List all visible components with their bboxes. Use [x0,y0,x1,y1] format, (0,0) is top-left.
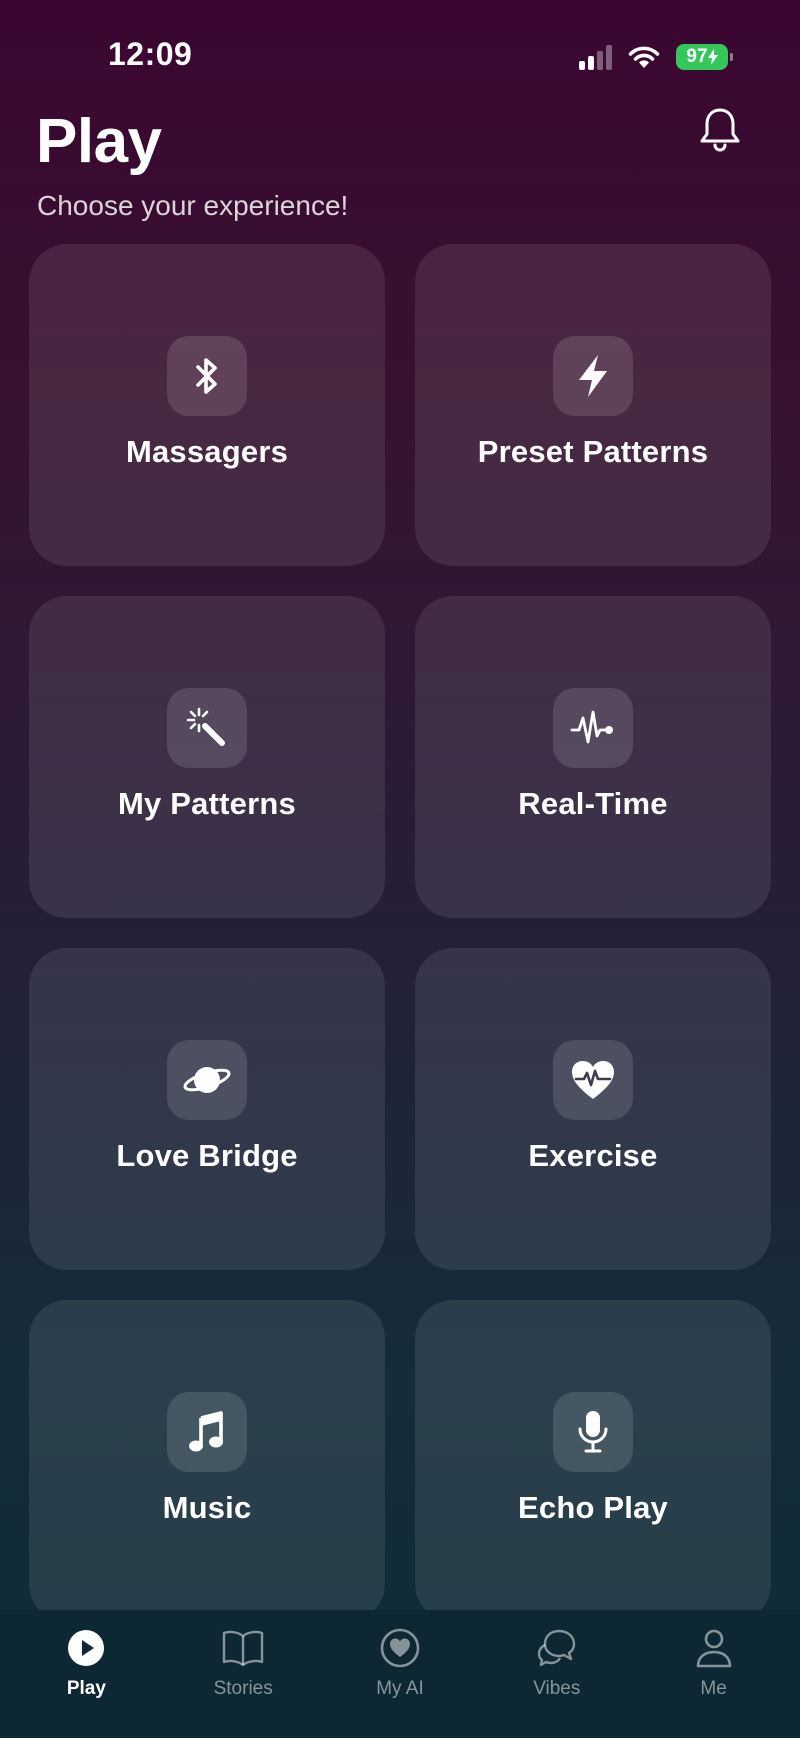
card-label: Love Bridge [116,1138,298,1173]
tab-my-ai[interactable]: My AI [335,1626,465,1700]
battery-indicator: 97 [676,44,733,70]
page-subtitle: Choose your experience! [37,190,349,221]
card-preset-patterns[interactable]: Preset Patterns [415,244,771,566]
card-icon-box [167,688,247,768]
bell-icon[interactable] [698,106,742,154]
card-icon-box [553,336,633,416]
card-icon-box [167,1040,247,1120]
music-note-icon [189,1411,223,1452]
planet-icon [183,1067,231,1093]
magic-wand-icon [186,707,225,746]
card-label: My Patterns [118,786,296,821]
waveform-icon [570,710,613,744]
card-love-bridge[interactable]: Love Bridge [29,948,385,1270]
tab-label: My AI [376,1678,424,1699]
tab-vibes[interactable]: Vibes [492,1626,622,1700]
status-time: 12:09 [108,36,193,72]
heart-pulse-icon [572,1061,614,1099]
microphone-icon [578,1411,608,1453]
card-label: Exercise [528,1138,658,1173]
tab-label: Stories [213,1678,273,1699]
person-icon [692,1626,736,1670]
page-header: Play Choose your experience! [0,100,800,230]
card-icon-box [553,1392,633,1472]
card-exercise[interactable]: Exercise [415,948,771,1270]
experience-grid: Massagers Preset Patterns My Patterns Re… [29,244,771,1622]
card-icon-box [167,1392,247,1472]
tab-label: Vibes [533,1678,581,1699]
card-label: Echo Play [518,1490,668,1525]
tab-label: Me [700,1678,727,1699]
card-music[interactable]: Music [29,1300,385,1622]
card-icon-box [553,1040,633,1120]
tab-me[interactable]: Me [649,1626,779,1700]
tab-bar: Play Stories My AI Vibes Me [0,1610,800,1738]
card-icon-box [167,336,247,416]
wifi-icon [628,46,660,68]
card-label: Real-Time [518,786,668,821]
card-echo-play[interactable]: Echo Play [415,1300,771,1622]
card-real-time[interactable]: Real-Time [415,596,771,918]
charging-bolt-icon [707,49,718,65]
chat-bubbles-icon [535,1626,579,1670]
battery-level: 97 [686,46,708,67]
page-title: Play [36,107,162,176]
card-my-patterns[interactable]: My Patterns [29,596,385,918]
tab-label: Play [66,1678,106,1699]
status-bar: 12:09 97 [0,0,800,110]
heart-circle-icon [378,1626,422,1670]
book-icon [221,1626,265,1670]
card-label: Preset Patterns [477,434,709,469]
lightning-icon [579,355,607,397]
bluetooth-icon [196,358,217,394]
status-indicators: 97 [579,42,733,72]
card-label: Music [162,1490,252,1525]
tab-play[interactable]: Play [21,1626,151,1700]
card-label: Massagers [125,434,289,469]
card-massagers[interactable]: Massagers [29,244,385,566]
cellular-signal-icon [579,44,612,70]
tab-stories[interactable]: Stories [178,1626,308,1700]
card-icon-box [553,688,633,768]
play-icon [64,1626,108,1670]
